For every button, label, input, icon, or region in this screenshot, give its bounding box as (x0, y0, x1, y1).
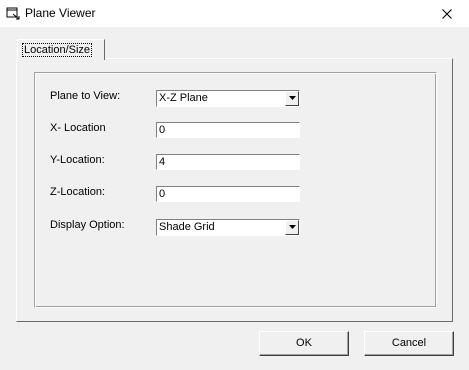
z-location-field[interactable] (156, 186, 300, 202)
x-location-label: X- Location (50, 122, 106, 134)
display-dropdown-button[interactable] (285, 220, 299, 235)
plane-select-value: X-Z Plane (159, 92, 208, 104)
y-location-label: Y-Location: (50, 154, 105, 166)
x-location-field[interactable] (156, 122, 300, 138)
app-icon (6, 7, 20, 20)
y-location-field[interactable] (156, 154, 300, 170)
chevron-down-icon (289, 225, 296, 229)
plane-select[interactable]: X-Z Plane (156, 90, 300, 107)
group-box: Plane to View: X-Z Plane X- Location Y-L… (34, 72, 437, 308)
plane-label: Plane to View: (50, 90, 121, 102)
display-option-select[interactable]: Shade Grid (156, 219, 300, 236)
tab-label: Location/Size (22, 43, 93, 57)
title-bar: Plane Viewer (0, 0, 469, 27)
ok-button[interactable]: OK (259, 331, 349, 356)
chevron-down-icon (289, 96, 296, 100)
close-button[interactable] (425, 0, 469, 27)
display-option-value: Shade Grid (159, 221, 215, 233)
close-icon (442, 8, 452, 19)
tab-panel: Plane to View: X-Z Plane X- Location Y-L… (16, 58, 453, 322)
z-location-label: Z-Location: (50, 186, 106, 198)
plane-dropdown-button[interactable] (285, 91, 299, 106)
tab-location-size[interactable]: Location/Size (17, 39, 105, 60)
display-option-label: Display Option: (50, 219, 125, 231)
cancel-button[interactable]: Cancel (364, 331, 454, 356)
window-title: Plane Viewer (25, 6, 96, 20)
